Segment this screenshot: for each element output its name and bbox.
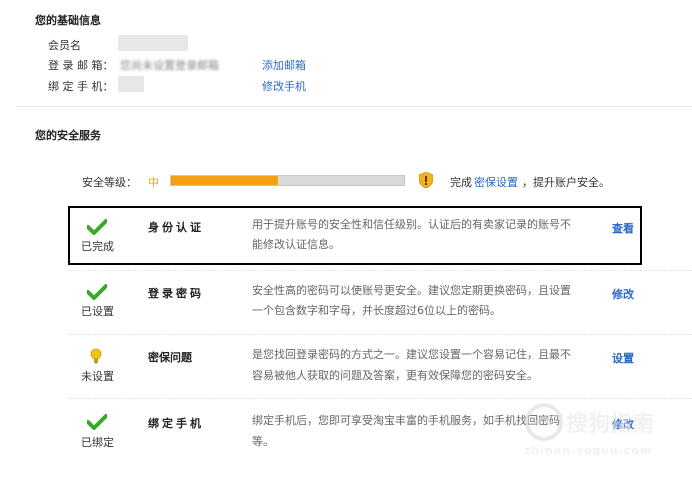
modify-password-button[interactable]: 修改 <box>612 286 634 302</box>
watermark-url: zhinan.sogou.com <box>524 444 653 457</box>
row-desc-line1: 安全性高的密码可以使账号更安全。建议您定期更换密码，且设置 <box>252 284 571 297</box>
row-divider <box>68 334 692 335</box>
security-hint-suffix: ，提升账户安全。 <box>522 176 610 189</box>
lightbulb-icon <box>89 348 103 367</box>
row-divider <box>68 398 692 399</box>
row-title: 登录密码 <box>148 287 204 300</box>
row-divider <box>68 270 692 271</box>
security-hint-prefix: 完成 <box>450 176 472 189</box>
set-question-button[interactable]: 设置 <box>612 350 634 366</box>
security-title: 您的安全服务 <box>35 129 101 142</box>
row-desc-line2: 等。 <box>252 435 274 448</box>
row-desc-line2: 一个包含数字和字母，并长度超过6位以上的密码。 <box>252 304 501 317</box>
basic-info-title: 您的基础信息 <box>35 14 101 27</box>
email-value: 您尚未设置登录邮箱 <box>120 59 219 72</box>
shield-icon <box>418 171 434 189</box>
row-desc-line2: 容易被他人获取的问题及答案，更有效保障您的密码安全。 <box>252 369 538 382</box>
row-desc-line1: 是您找回登录密码的方式之一。建议您设置一个容易记住，且最不 <box>252 348 571 361</box>
row-status: 已设置 <box>81 305 114 318</box>
security-level-bar <box>170 175 405 186</box>
check-icon <box>86 284 108 303</box>
view-button[interactable]: 查看 <box>612 220 634 236</box>
row-status: 未设置 <box>81 370 114 383</box>
watermark-title: 搜狗指南 <box>566 412 655 437</box>
phone-label: 绑 定 手 机： <box>48 80 114 93</box>
row-title: 绑定手机 <box>148 417 204 430</box>
check-icon <box>86 219 108 238</box>
row-title: 密保问题 <box>148 351 192 364</box>
security-level-label: 安全等级： <box>82 176 137 189</box>
row-desc-line2: 能修改认证信息。 <box>252 238 340 251</box>
email-label: 登 录 邮 箱： <box>48 59 114 72</box>
member-name-value-blurred <box>118 35 188 51</box>
section-divider <box>16 106 692 107</box>
sogou-watermark: 搜狗指南 zhinan.sogou.com <box>524 400 684 470</box>
sogou-logo-icon <box>525 403 563 441</box>
security-setting-link[interactable]: 密保设置 <box>474 174 518 190</box>
row-status: 已绑定 <box>81 436 114 449</box>
row-desc-line1: 绑定手机后，您即可享受淘宝丰富的手机服务，如手机找回密码 <box>252 414 560 427</box>
edit-phone-link[interactable]: 修改手机 <box>262 78 306 94</box>
row-title: 身份认证 <box>148 221 204 234</box>
row-status: 已完成 <box>81 240 114 253</box>
check-icon <box>86 414 108 433</box>
add-email-link[interactable]: 添加邮箱 <box>262 57 306 73</box>
row-desc-line1: 用于提升账号的安全性和信任级别。认证后的有卖家记录的账号不 <box>252 218 571 231</box>
security-level-fill <box>171 176 279 185</box>
member-name-label: 会员名 <box>48 39 81 52</box>
phone-value-blurred <box>118 76 144 92</box>
security-level-value: 中 <box>148 176 159 189</box>
